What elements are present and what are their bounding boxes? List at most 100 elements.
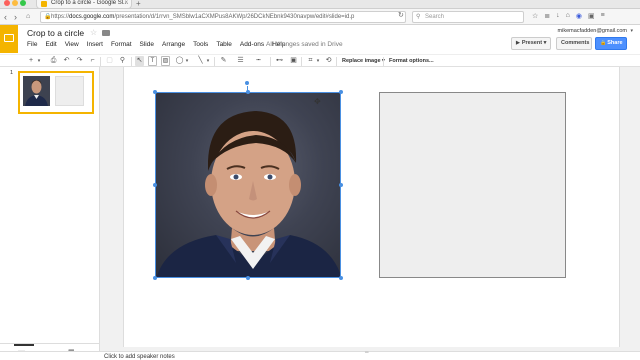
browser-tab[interactable]: Crop to a circle - Google Sl... × xyxy=(36,0,132,9)
line-caret-icon[interactable]: ▾ xyxy=(205,56,211,66)
share-button[interactable]: 🔒Share xyxy=(595,37,627,50)
menu-insert[interactable]: Insert xyxy=(87,41,103,48)
menu-file[interactable]: File xyxy=(27,41,37,48)
chat-icon[interactable]: ▣ xyxy=(588,12,595,20)
border-color-icon[interactable]: ✎ xyxy=(219,56,228,66)
resize-handle-se[interactable] xyxy=(339,276,343,280)
menu-table[interactable]: Table xyxy=(216,41,232,48)
close-window-button[interactable] xyxy=(4,0,10,6)
document-title[interactable]: Crop to a circle xyxy=(27,28,84,38)
slide-number: 1 xyxy=(10,70,14,76)
menu-slide[interactable]: Slide xyxy=(140,41,154,48)
toolbar-divider xyxy=(270,57,271,66)
comments-button[interactable]: Comments xyxy=(556,37,592,50)
close-tab-icon[interactable]: × xyxy=(124,0,128,7)
folder-icon[interactable] xyxy=(102,30,110,36)
resize-handle-n[interactable] xyxy=(246,90,250,94)
toolbar-divider xyxy=(214,57,215,66)
text-box-icon[interactable]: T xyxy=(148,56,157,66)
shape-icon[interactable]: ◯ xyxy=(175,56,184,66)
toolbar-divider xyxy=(336,57,337,66)
print-icon[interactable]: ⎙ xyxy=(49,56,58,66)
present-label: Present xyxy=(521,40,543,46)
minimize-window-button[interactable] xyxy=(12,0,18,6)
resize-handle-sw[interactable] xyxy=(153,276,157,280)
maximize-window-button[interactable] xyxy=(20,0,26,6)
share-label: Share xyxy=(607,40,623,46)
resize-handle-nw[interactable] xyxy=(153,90,157,94)
url-scheme: https:// xyxy=(51,14,70,20)
line-icon[interactable]: ╲ xyxy=(196,56,205,66)
address-bar-row: ‹ › ⌂ 🔒 https://docs.google.com/presenta… xyxy=(0,9,640,25)
resize-handle-w[interactable] xyxy=(153,183,157,187)
select-cursor-icon[interactable]: ↖ xyxy=(135,56,144,66)
menu-addons[interactable]: Add-ons xyxy=(240,41,264,48)
format-options-button[interactable]: Format options... xyxy=(389,56,434,66)
account-caret-icon[interactable]: ▾ xyxy=(630,28,633,34)
menu-arrange[interactable]: Arrange xyxy=(162,41,185,48)
tab-title: Crop to a circle - Google Sl... xyxy=(51,0,129,6)
crop-caret-icon[interactable]: ▾ xyxy=(315,56,321,66)
toolbar-divider xyxy=(383,57,384,66)
slide-canvas[interactable]: ✥ xyxy=(123,67,620,347)
save-status[interactable]: All changes saved in Drive xyxy=(266,41,343,48)
slides-logo-icon[interactable] xyxy=(0,25,18,53)
rotation-handle[interactable] xyxy=(245,81,249,85)
reading-list-icon[interactable]: ≣ xyxy=(544,12,550,20)
reload-icon[interactable]: ↻ xyxy=(398,11,404,19)
play-icon: ▶ xyxy=(516,40,520,46)
comment-icon[interactable]: ▣ xyxy=(289,56,298,66)
shape-caret-icon[interactable]: ▾ xyxy=(184,56,190,66)
speaker-notes[interactable]: ═ Click to add speaker notes xyxy=(0,350,640,360)
paint-format-icon[interactable]: ⌐ xyxy=(88,56,97,66)
back-arrow-icon[interactable]: ‹ xyxy=(4,11,7,23)
download-icon[interactable]: ↓ xyxy=(556,12,560,20)
menu-icon[interactable]: ≡ xyxy=(601,12,605,20)
speaker-notes-placeholder: Click to add speaker notes xyxy=(104,354,175,360)
browser-action-icons: ☆ ≣ ↓ ⌂ ◉ ▣ ≡ xyxy=(532,12,605,20)
redo-icon[interactable]: ↷ xyxy=(75,56,84,66)
border-weight-icon[interactable]: ☰ xyxy=(236,56,245,66)
new-tab-button[interactable]: + xyxy=(136,0,141,8)
menu-edit[interactable]: Edit xyxy=(45,41,56,48)
slide-thumbnail[interactable] xyxy=(18,71,94,114)
bookmark-star-icon[interactable]: ☆ xyxy=(532,12,538,20)
crop-icon[interactable]: ⌗ xyxy=(306,56,315,66)
menu-tools[interactable]: Tools xyxy=(193,41,208,48)
star-icon[interactable]: ☆ xyxy=(90,28,97,37)
extension-icon[interactable]: ◉ xyxy=(576,12,582,20)
active-view-indicator xyxy=(14,344,34,346)
url-field[interactable]: 🔒 https://docs.google.com/presentation/d… xyxy=(40,11,406,23)
toolbar-divider xyxy=(131,57,132,66)
fit-zoom-icon[interactable]: ▢ xyxy=(105,56,114,66)
home-button-icon[interactable]: ⌂ xyxy=(566,12,570,20)
slides-header: Crop to a circle ☆ File Edit View Insert… xyxy=(0,25,640,55)
notes-resize-handle-icon[interactable]: ═ xyxy=(365,350,369,356)
zoom-icon[interactable]: ⚲ xyxy=(118,56,127,66)
account-email[interactable]: mikemacfadden@gmail.com xyxy=(558,28,627,34)
forward-arrow-icon[interactable]: › xyxy=(14,11,17,23)
link-icon[interactable]: ⊷ xyxy=(275,56,284,66)
resize-handle-s[interactable] xyxy=(246,276,250,280)
editing-toolbar: + ▾ ⎙ ↶ ↷ ⌐ ▢ ⚲ ↖ T ▨ ◯ ▾ ╲ ▾ ✎ ☰ ┅ ⊷ ▣ … xyxy=(0,54,640,67)
browser-tab-bar: Crop to a circle - Google Sl... × + xyxy=(0,0,640,9)
rectangle-shape[interactable] xyxy=(379,92,566,278)
menu-format[interactable]: Format xyxy=(111,41,132,48)
new-slide-plus-icon[interactable]: + xyxy=(27,56,35,66)
replace-image-button[interactable]: Replace image ▾ xyxy=(342,56,385,66)
reset-image-icon[interactable]: ⟲ xyxy=(324,56,333,66)
new-slide-caret-icon[interactable]: ▾ xyxy=(36,56,42,66)
border-dash-icon[interactable]: ┅ xyxy=(254,56,263,66)
present-button[interactable]: ▶ Present ▾ xyxy=(511,37,551,50)
browser-search-field[interactable]: ⚲ Search xyxy=(412,11,524,23)
resize-handle-e[interactable] xyxy=(339,183,343,187)
thumbnail-rectangle xyxy=(55,76,84,106)
url-host: docs.google.com xyxy=(69,14,115,20)
insert-image-icon[interactable]: ▨ xyxy=(161,56,170,66)
url-path: /presentation/d/1rrvn_SMSblw1aCXMPus8AKW… xyxy=(114,14,355,20)
undo-icon[interactable]: ↶ xyxy=(62,56,71,66)
resize-handle-ne[interactable] xyxy=(339,90,343,94)
home-icon[interactable]: ⌂ xyxy=(26,11,30,23)
menu-view[interactable]: View xyxy=(65,41,79,48)
selected-portrait-image[interactable] xyxy=(155,92,341,278)
